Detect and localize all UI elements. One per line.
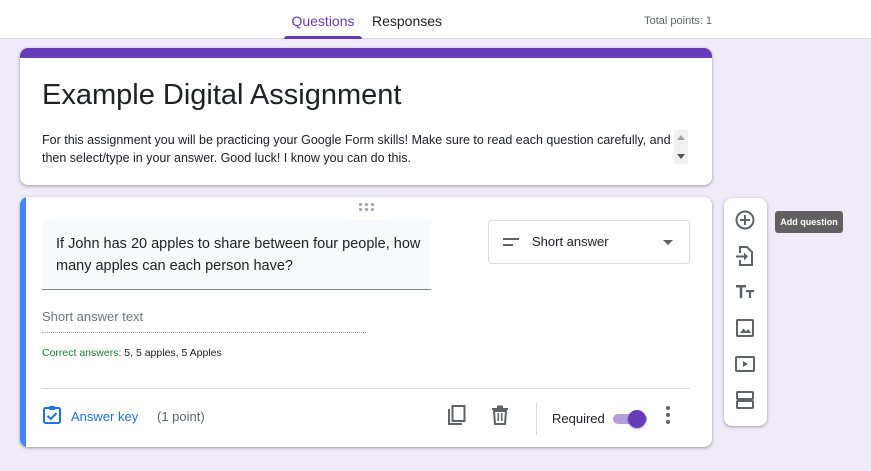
correct-answers-values: 5, 5 apples, 5 Apples bbox=[124, 347, 222, 359]
import-questions-icon[interactable] bbox=[733, 244, 757, 268]
top-bar: Questions Responses Total points: 1 bbox=[0, 0, 871, 39]
points-label: (1 point) bbox=[157, 409, 205, 424]
add-question-tooltip: Add question bbox=[775, 211, 843, 233]
correct-answers-label: Correct answers: bbox=[42, 347, 122, 359]
form-description[interactable]: For this assignment you will be practici… bbox=[42, 131, 672, 167]
trash-icon bbox=[492, 405, 508, 425]
dropdown-arrow-icon bbox=[663, 240, 673, 245]
question-title-field[interactable]: If John has 20 apples to share between f… bbox=[42, 220, 431, 290]
description-scrollbar[interactable] bbox=[674, 130, 688, 164]
footer-separator bbox=[536, 403, 537, 435]
required-label: Required bbox=[552, 411, 605, 426]
focus-indicator bbox=[20, 197, 26, 447]
add-image-icon[interactable] bbox=[733, 316, 757, 340]
correct-answers: Correct answers: 5, 5 apples, 5 Apples bbox=[42, 347, 222, 359]
delete-button[interactable] bbox=[488, 403, 512, 427]
scroll-up-icon[interactable] bbox=[677, 135, 685, 140]
answer-key-icon bbox=[43, 406, 61, 424]
footer-divider bbox=[42, 388, 690, 389]
question-type-label: Short answer bbox=[532, 234, 609, 249]
add-question-icon[interactable] bbox=[733, 208, 757, 232]
tab-questions[interactable]: Questions bbox=[284, 0, 362, 39]
question-type-dropdown[interactable]: Short answer bbox=[488, 220, 690, 264]
short-text-icon bbox=[503, 236, 519, 248]
question-card[interactable]: If John has 20 apples to share between f… bbox=[20, 197, 712, 447]
answer-key-label: Answer key bbox=[71, 409, 139, 424]
required-toggle[interactable] bbox=[613, 410, 647, 428]
short-answer-placeholder: Short answer text bbox=[42, 309, 366, 333]
total-points: Total points: 1 bbox=[644, 15, 712, 27]
add-title-icon[interactable] bbox=[733, 280, 757, 304]
more-options-icon[interactable] bbox=[660, 403, 676, 427]
theme-band bbox=[20, 48, 712, 58]
toggle-thumb bbox=[628, 410, 646, 428]
drag-handle-icon[interactable] bbox=[359, 203, 375, 213]
form-header-card[interactable]: Example Digital Assignment For this assi… bbox=[20, 48, 712, 185]
tab-responses[interactable]: Responses bbox=[366, 0, 448, 39]
side-toolbar bbox=[724, 198, 767, 426]
duplicate-button[interactable] bbox=[444, 404, 468, 428]
question-text: If John has 20 apples to share between f… bbox=[56, 236, 421, 274]
form-title[interactable]: Example Digital Assignment bbox=[42, 79, 401, 112]
add-section-icon[interactable] bbox=[733, 388, 757, 412]
copy-icon bbox=[448, 405, 466, 425]
scroll-down-icon[interactable] bbox=[677, 154, 685, 159]
add-video-icon[interactable] bbox=[733, 352, 757, 376]
